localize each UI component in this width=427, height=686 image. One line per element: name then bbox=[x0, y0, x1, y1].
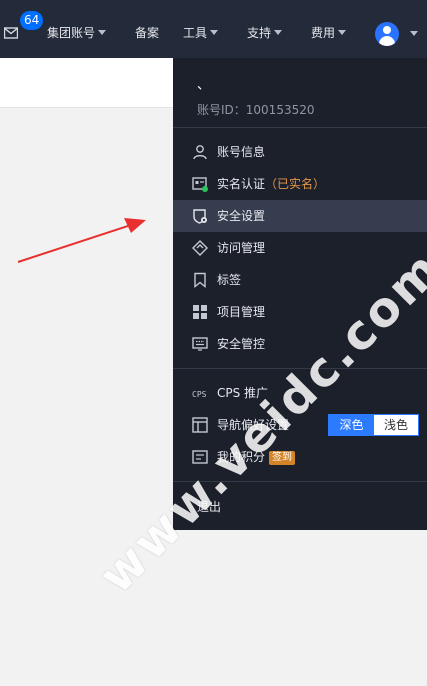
menu-item-real-name[interactable]: 实名认证（已实名） bbox=[173, 168, 427, 200]
menu-item-access-management[interactable]: 访问管理 bbox=[173, 232, 427, 264]
nav-filing[interactable]: 备案 bbox=[135, 24, 159, 42]
cps-icon: CPS bbox=[192, 390, 207, 399]
menu-item-label: 安全设置 bbox=[217, 209, 266, 223]
avatar-body bbox=[379, 36, 395, 46]
divider bbox=[173, 127, 427, 128]
layout-icon bbox=[192, 417, 208, 433]
notification-badge: 64 bbox=[20, 11, 44, 30]
chevron-down-icon bbox=[338, 30, 347, 35]
shield-gear-icon bbox=[193, 209, 207, 224]
avatar-head bbox=[383, 26, 391, 34]
menu-item-label: 访问管理 bbox=[217, 241, 266, 255]
user-avatar[interactable] bbox=[375, 22, 399, 46]
theme-light-button[interactable]: 浅色 bbox=[374, 415, 418, 435]
nav-group-account[interactable]: 集团账号 bbox=[47, 24, 107, 42]
account-name: 、 bbox=[197, 78, 211, 93]
menu-item-label: 实名认证 bbox=[217, 177, 266, 191]
nav-tools[interactable]: 工具 bbox=[183, 24, 219, 42]
user-icon bbox=[193, 145, 207, 160]
nav-billing[interactable]: 费用 bbox=[311, 24, 347, 42]
top-navigation-bar: 64 集团账号 备案 工具 支持 费用 bbox=[0, 0, 427, 58]
menu-item-label: 安全管控 bbox=[217, 337, 266, 351]
nav-support[interactable]: 支持 bbox=[247, 24, 283, 42]
red-arrow-annotation bbox=[17, 218, 146, 263]
verified-note: （已实名） bbox=[265, 177, 326, 191]
keyboard-icon bbox=[192, 337, 208, 351]
account-id: 账号ID：100153520 bbox=[197, 103, 315, 117]
bookmark-icon bbox=[194, 272, 206, 288]
theme-switch: 深色 浅色 bbox=[328, 414, 419, 436]
chevron-down-icon bbox=[98, 30, 107, 35]
menu-item-label: 账号信息 bbox=[217, 145, 266, 159]
theme-dark-button[interactable]: 深色 bbox=[329, 415, 374, 435]
chevron-down-icon bbox=[210, 30, 219, 35]
menu-item-label: 项目管理 bbox=[217, 305, 266, 319]
id-card-icon bbox=[192, 177, 208, 192]
menu-item-account-info[interactable]: 账号信息 bbox=[173, 136, 427, 168]
svg-text:CPS: CPS bbox=[192, 390, 207, 399]
menu-item-label: 标签 bbox=[217, 273, 242, 287]
chevron-down-icon[interactable] bbox=[410, 31, 418, 36]
chevron-down-icon bbox=[274, 30, 283, 35]
menu-item-security-settings[interactable]: 安全设置 bbox=[173, 200, 427, 232]
mail-icon[interactable] bbox=[4, 26, 18, 40]
project-icon bbox=[193, 305, 207, 319]
access-icon bbox=[192, 240, 208, 256]
